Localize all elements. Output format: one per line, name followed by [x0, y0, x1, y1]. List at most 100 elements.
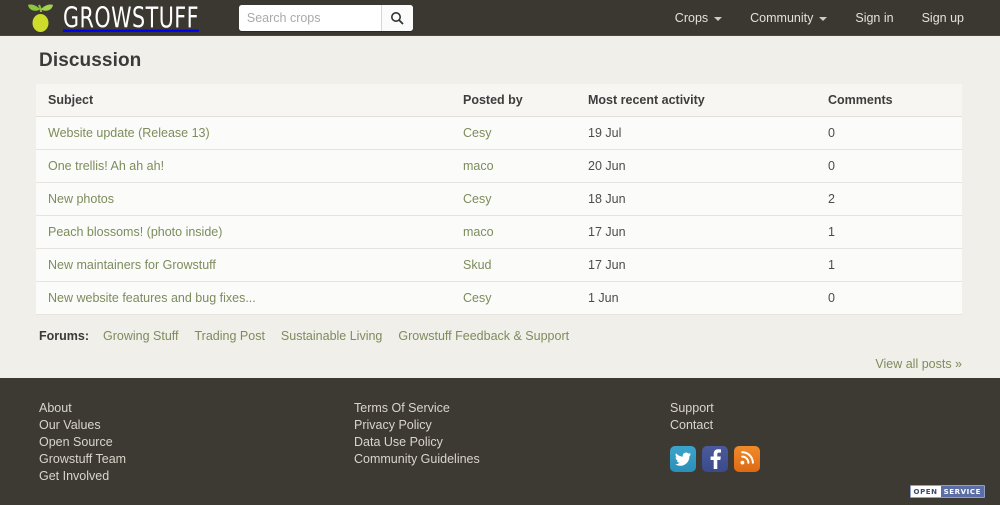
discussion-link[interactable]: New website features and bug fixes... [48, 291, 256, 305]
footer-link-contact[interactable]: Contact [670, 417, 930, 434]
search-input[interactable] [238, 4, 381, 31]
cell-poster: maco [451, 149, 576, 183]
forums-list: Forums: Growing Stuff Trading Post Susta… [36, 315, 964, 343]
cell-poster: Cesy [451, 281, 576, 315]
forum-link-sustainable-living[interactable]: Sustainable Living [281, 329, 382, 343]
search-icon [391, 11, 404, 25]
table-header-row: Subject Posted by Most recent activity C… [36, 84, 962, 117]
cell-poster: maco [451, 215, 576, 249]
site-header: GROWSTUFF Crops Community Sign in Sign u… [0, 0, 1000, 36]
cell-poster: Skud [451, 248, 576, 282]
social-links [670, 446, 930, 472]
discussion-link[interactable]: One trellis! Ah ah ah! [48, 159, 164, 173]
forum-link-growstuff-feedback[interactable]: Growstuff Feedback & Support [398, 329, 569, 343]
cell-recent: 20 Jun [576, 149, 816, 183]
footer-link-community-guidelines[interactable]: Community Guidelines [354, 451, 670, 468]
search-box[interactable] [238, 4, 413, 31]
cell-poster: Cesy [451, 182, 576, 216]
cell-recent: 1 Jun [576, 281, 816, 315]
nav-item-sign-up[interactable]: Sign up [908, 11, 978, 25]
nav-label: Community [750, 10, 814, 25]
nav-label: Crops [674, 10, 709, 25]
footer-link-data-use-policy[interactable]: Data Use Policy [354, 434, 670, 451]
footer-link-terms-of-service[interactable]: Terms Of Service [354, 400, 670, 417]
badge-service-text: SERVICE [940, 486, 984, 497]
poster-link[interactable]: Cesy [463, 291, 491, 305]
pear-leaf-logo-icon [24, 2, 60, 34]
cell-subject: New maintainers for Growstuff [36, 248, 451, 282]
cell-subject: New photos [36, 182, 451, 216]
footer-link-get-involved[interactable]: Get Involved [39, 468, 354, 485]
poster-link[interactable]: maco [463, 225, 494, 239]
cell-subject: One trellis! Ah ah ah! [36, 149, 451, 183]
table-row: Website update (Release 13) Cesy 19 Jul … [36, 116, 962, 150]
view-all-posts-container: View all posts » [36, 343, 962, 371]
nav-label: Sign up [921, 10, 964, 25]
badge-open-text: OPEN [910, 486, 941, 497]
cell-poster: Cesy [451, 116, 576, 150]
main-nav: Crops Community Sign in Sign up [661, 11, 978, 25]
table-row: Peach blossoms! (photo inside) maco 17 J… [36, 215, 962, 249]
chevron-down-icon [819, 16, 828, 21]
cell-recent: 18 Jun [576, 182, 816, 216]
cell-subject: Peach blossoms! (photo inside) [36, 215, 451, 249]
column-header-comments: Comments [816, 84, 962, 117]
poster-link[interactable]: Cesy [463, 126, 491, 140]
nav-item-community[interactable]: Community [736, 11, 841, 25]
facebook-icon[interactable] [702, 446, 728, 472]
open-service-badge: OPEN SERVICE [909, 485, 985, 498]
nav-item-sign-in[interactable]: Sign in [841, 11, 907, 25]
column-header-subject: Subject [36, 84, 451, 117]
cell-comments: 2 [816, 182, 962, 216]
page-title: Discussion [39, 50, 142, 71]
search-button[interactable] [380, 4, 413, 31]
footer-link-support[interactable]: Support [670, 400, 930, 417]
column-header-posted-by: Posted by [451, 84, 576, 117]
cell-recent: 19 Jul [576, 116, 816, 150]
poster-link[interactable]: Cesy [463, 192, 491, 206]
forum-link-trading-post[interactable]: Trading Post [195, 329, 265, 343]
poster-link[interactable]: maco [463, 159, 494, 173]
footer-link-growstuff-team[interactable]: Growstuff Team [39, 451, 354, 468]
nav-item-crops[interactable]: Crops [661, 11, 736, 25]
discussion-link[interactable]: Website update (Release 13) [48, 126, 210, 140]
cell-comments: 1 [816, 248, 962, 282]
nav-label: Sign in [855, 10, 894, 25]
twitter-icon[interactable] [670, 446, 696, 472]
discussion-table: Subject Posted by Most recent activity C… [36, 84, 962, 315]
cell-recent: 17 Jun [576, 248, 816, 282]
column-header-recent: Most recent activity [576, 84, 816, 117]
table-row: New maintainers for Growstuff Skud 17 Ju… [36, 248, 962, 282]
forum-link-growing-stuff[interactable]: Growing Stuff [103, 329, 179, 343]
discussion-link[interactable]: New maintainers for Growstuff [48, 258, 216, 272]
view-all-posts-link[interactable]: View all posts » [875, 357, 962, 371]
footer-columns: About Our Values Open Source Growstuff T… [0, 400, 1000, 485]
footer-link-our-values[interactable]: Our Values [39, 417, 354, 434]
footer-column-support: Support Contact [670, 400, 930, 485]
discussion-link[interactable]: New photos [48, 192, 114, 206]
cell-subject: Website update (Release 13) [36, 116, 451, 150]
footer-column-legal: Terms Of Service Privacy Policy Data Use… [354, 400, 670, 485]
cell-comments: 0 [816, 281, 962, 315]
footer-link-open-source[interactable]: Open Source [39, 434, 354, 451]
cell-recent: 17 Jun [576, 215, 816, 249]
cell-comments: 0 [816, 149, 962, 183]
poster-link[interactable]: Skud [463, 258, 492, 272]
brand-logo-link[interactable]: GROWSTUFF [24, 2, 211, 34]
table-row: One trellis! Ah ah ah! maco 20 Jun 0 [36, 149, 962, 183]
discussion-link[interactable]: Peach blossoms! (photo inside) [48, 225, 222, 239]
chevron-down-icon [714, 16, 723, 21]
table-row: New website features and bug fixes... Ce… [36, 281, 962, 315]
footer-column-about: About Our Values Open Source Growstuff T… [39, 400, 354, 485]
site-footer: About Our Values Open Source Growstuff T… [0, 378, 1000, 505]
cell-comments: 0 [816, 116, 962, 150]
footer-link-privacy-policy[interactable]: Privacy Policy [354, 417, 670, 434]
blog-rss-icon[interactable] [734, 446, 760, 472]
forums-label: Forums: [39, 329, 89, 343]
cell-subject: New website features and bug fixes... [36, 281, 451, 315]
cell-comments: 1 [816, 215, 962, 249]
brand-wordmark: GROWSTUFF [63, 0, 200, 35]
main-content: Discussion Subject Posted by Most recent… [0, 36, 1000, 371]
footer-link-about[interactable]: About [39, 400, 354, 417]
table-row: New photos Cesy 18 Jun 2 [36, 182, 962, 216]
